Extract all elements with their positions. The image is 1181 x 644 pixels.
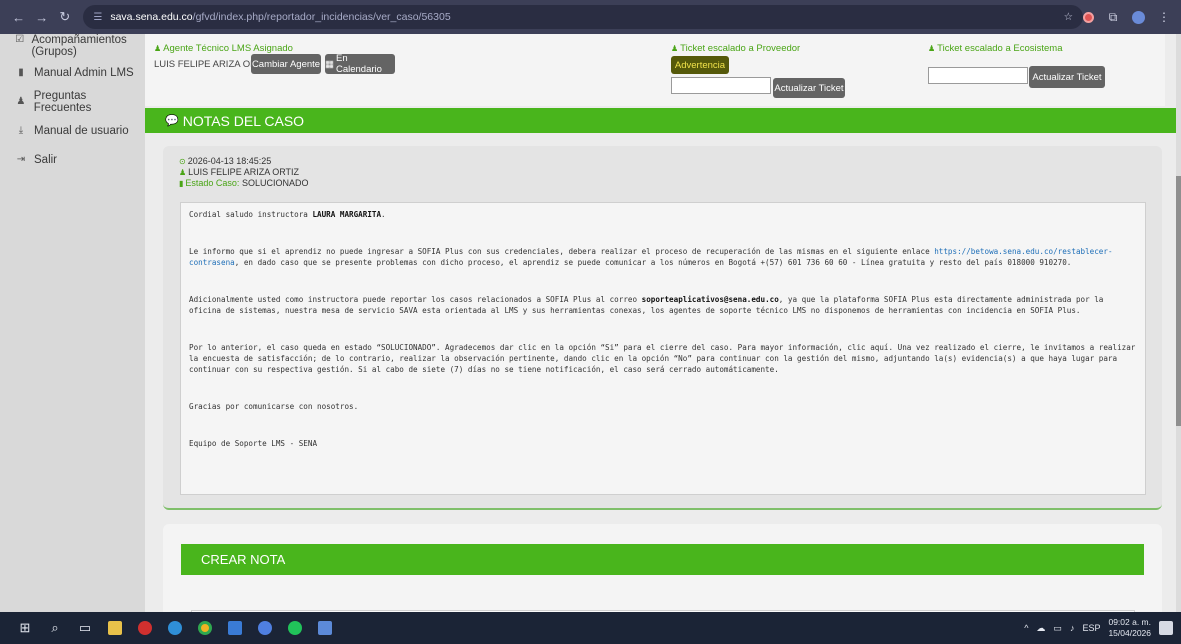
sidebar-item-label: Preguntas Frecuentes — [33, 89, 92, 114]
opera-icon[interactable] — [130, 612, 160, 644]
url-path: /gfvd/index.php/reportador_incidencias/v… — [192, 11, 451, 23]
url-domain: sava.sena.edu.co — [110, 11, 193, 23]
input-language[interactable]: ESP — [1082, 623, 1100, 633]
browser-menu-icon[interactable]: ⋮ — [1157, 10, 1171, 24]
calendar-button[interactable]: ▦ En Calendario — [325, 53, 395, 75]
network-icon[interactable]: ▭ — [1053, 623, 1062, 634]
app-icon-store[interactable] — [310, 612, 340, 644]
app-icon-blue[interactable] — [220, 612, 250, 644]
address-bar[interactable]: ☰ sava.sena.edu.co/gfvd/index.php/report… — [83, 5, 1084, 29]
main-content: ♟ Agente Técnico LMS Asignado LUIS FELIPE… — [145, 34, 1181, 612]
user-icon: ♟ — [154, 44, 162, 53]
instructor-name: LAURA MARGARITA — [312, 210, 382, 219]
clock-time: 09:02 a. m. — [1108, 617, 1151, 627]
user-icon: ♟ — [671, 44, 679, 53]
download-icon: ⤓ — [18, 125, 24, 136]
sidebar-item-acompanamientos[interactable]: ☑ Acompañamientos (Grupos) — [0, 34, 145, 58]
create-note-panel: CREAR NOTA — [163, 524, 1162, 612]
note-paragraph-4: Gracias por comunicarse con nosotros. — [189, 402, 359, 411]
file-explorer-icon[interactable] — [100, 612, 130, 644]
chrome-icon[interactable] — [190, 612, 220, 644]
sidebar: ☑ Acompañamientos (Grupos) ▮ Manual Admi… — [0, 34, 145, 612]
ecosystem-label: ♟ Ticket escalado a Ecosistema — [928, 43, 1063, 54]
book-icon: ▮ — [18, 67, 24, 78]
note-paragraph-1: Le informo que si el aprendiz no puede i… — [189, 247, 1113, 267]
reload-icon[interactable]: ↻ — [56, 9, 73, 25]
chrome-profile-icon[interactable] — [250, 612, 280, 644]
case-header: ♟ Agente Técnico LMS Asignado LUIS FELIPE… — [145, 34, 1165, 106]
comments-icon: 💬 — [165, 115, 179, 127]
user-icon: ♟ — [179, 168, 187, 177]
sidebar-item-logout[interactable]: ⇥ Salir — [0, 145, 145, 174]
sidebar-item-label: Manual Admin LMS — [34, 66, 134, 79]
cloud-icon[interactable]: ☁ — [1036, 623, 1045, 634]
sidebar-item-label: Acompañamientos (Grupos) — [31, 34, 127, 58]
browser-toolbar: ← → ↻ ☰ sava.sena.edu.co/gfvd/index.php/… — [0, 0, 1181, 34]
clock[interactable]: 09:02 a. m. 15/04/2026 — [1108, 617, 1151, 639]
ecosystem-ticket-input[interactable] — [928, 67, 1028, 84]
create-note-header: CREAR NOTA — [181, 544, 1144, 575]
forward-icon[interactable]: → — [33, 10, 50, 25]
start-icon[interactable]: ⊞ — [10, 612, 40, 644]
note-datetime: ⊙ 2026-04-13 18:45:25 — [179, 156, 272, 166]
change-agent-button[interactable]: Cambiar Agente — [251, 54, 321, 74]
sidebar-item-manual-admin[interactable]: ▮ Manual Admin LMS — [0, 58, 145, 87]
note-paragraph-2: Adicionalmente usted como instructora pu… — [189, 295, 1104, 315]
record-extension-icon[interactable] — [1083, 11, 1095, 23]
sidebar-item-faq[interactable]: ♟ Preguntas Frecuentes — [0, 87, 145, 116]
task-view-icon[interactable]: ▭ — [70, 612, 100, 644]
note-signature: Equipo de Soporte LMS - SENA — [189, 439, 318, 448]
group-icon: ♟ — [16, 96, 26, 107]
notes-section-title: NOTAS DEL CASO — [182, 112, 305, 129]
note-body: Cordial saludo instructora LAURA MARGARI… — [180, 202, 1146, 495]
notes-section-header: 💬 NOTAS DEL CASO — [145, 108, 1181, 133]
profile-avatar-icon[interactable] — [1132, 10, 1146, 24]
sign-out-icon: ⇥ — [16, 154, 26, 165]
extensions-icon[interactable]: ⧉ — [1106, 10, 1120, 24]
case-note: ⊙ 2026-04-13 18:45:25 ♟ LUIS FELIPE ARIZA … — [163, 146, 1162, 510]
sidebar-item-user-manual[interactable]: ⤓ Manual de usuario — [0, 116, 145, 145]
sidebar-item-label: Manual de usuario — [34, 124, 129, 137]
note-paragraph-3: Por lo anterior, el caso queda en estado… — [189, 343, 1136, 374]
update-ticket-button[interactable]: Actualizar Ticket — [1029, 66, 1105, 88]
windows-taskbar: ⊞ ⌕ ▭ ^ ☁ ▭ ♪ ESP 09:02 a. m. 15/04/2026 — [0, 612, 1181, 644]
scrollbar-thumb[interactable] — [1176, 176, 1181, 426]
note-greeting: Cordial saludo instructora LAURA MARGARI… — [189, 210, 386, 219]
clock-icon: ⊙ — [179, 157, 186, 166]
bookmark-icon: ▮ — [179, 179, 184, 188]
agent-label: ♟ Agente Técnico LMS Asignado — [154, 43, 293, 54]
system-tray: ^ ☁ ▭ ♪ ESP 09:02 a. m. 15/04/2026 — [1024, 612, 1173, 644]
warning-button[interactable]: Advertencia — [671, 56, 729, 74]
bookmark-star-icon[interactable]: ☆ — [1064, 11, 1073, 23]
sidebar-item-label: Salir — [34, 153, 58, 166]
user-icon: ♟ — [928, 44, 936, 53]
calendar-icon: ▦ — [325, 58, 334, 70]
clock-date: 15/04/2026 — [1108, 628, 1151, 638]
chevron-up-icon[interactable]: ^ — [1024, 623, 1028, 633]
back-icon[interactable]: ← — [10, 10, 27, 25]
volume-icon[interactable]: ♪ — [1070, 623, 1075, 633]
provider-ticket-input[interactable] — [671, 77, 771, 94]
update-ticket-button[interactable]: Actualizar Ticket — [773, 78, 845, 98]
note-author: ♟ LUIS FELIPE ARIZA ORTIZ — [179, 167, 300, 177]
spotify-icon[interactable] — [280, 612, 310, 644]
edge-icon[interactable] — [160, 612, 190, 644]
status-value: SOLUCIONADO — [241, 178, 309, 188]
support-email: soporteaplicativos@sena.edu.co — [641, 295, 779, 304]
search-icon[interactable]: ⌕ — [40, 612, 70, 644]
note-status: ▮ Estado Caso: SOLUCIONADO — [179, 178, 309, 188]
site-settings-icon[interactable]: ☰ — [93, 12, 102, 23]
notifications-icon[interactable] — [1159, 621, 1173, 635]
checkbox-icon: ☑ — [15, 34, 25, 45]
provider-label: ♟ Ticket escalado a Proveedor — [671, 43, 801, 54]
